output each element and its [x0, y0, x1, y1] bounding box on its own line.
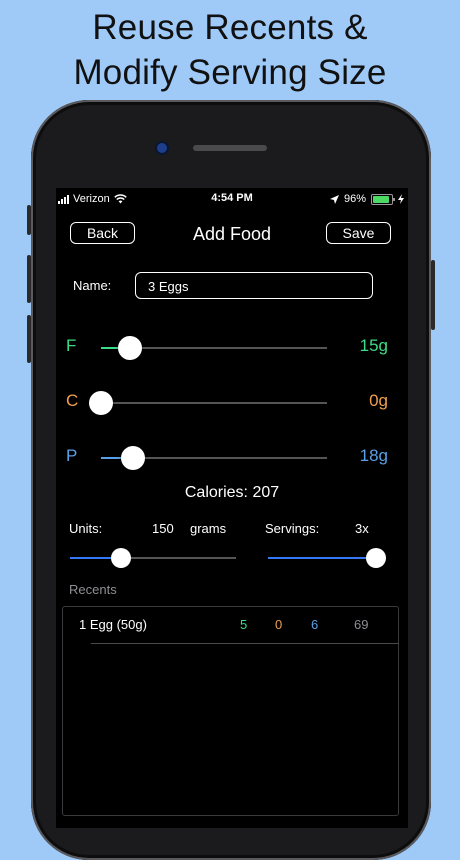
macro-value-c: 0g — [369, 391, 388, 410]
macro-value-p: 18g — [359, 446, 388, 465]
macro-slider-thumb[interactable] — [89, 391, 113, 415]
recent-item-name[interactable]: 1 Egg (50g) — [79, 617, 147, 632]
speaker-grille — [193, 145, 267, 151]
status-right: 96% — [329, 192, 404, 206]
recent-item-fat: 5 — [240, 617, 248, 632]
recents-label: Recents — [69, 582, 117, 597]
recent-item-protein: 6 — [311, 617, 319, 632]
name-label: Name: — [73, 278, 112, 293]
phone-screen: Verizon 4:54 PM 96% Back Add Food Save N… — [56, 188, 408, 828]
battery-icon — [371, 193, 395, 205]
headline-line-2: Modify Serving Size — [73, 53, 387, 92]
recent-item-calories: 69 — [354, 617, 369, 632]
macro-slider-thumb[interactable] — [120, 446, 145, 470]
headline-line-1: Reuse Recents & — [92, 8, 368, 47]
servings-slider-thumb[interactable] — [366, 548, 386, 568]
units-slider-thumb[interactable] — [111, 548, 132, 568]
camera-icon — [157, 143, 167, 153]
macro-letter-p: P — [66, 446, 78, 465]
battery-percent: 96% — [343, 193, 366, 205]
macro-slider-thumb[interactable] — [118, 336, 143, 360]
phone-power-button — [431, 260, 435, 330]
servings-slider[interactable] — [268, 548, 386, 568]
servings-value: 3x — [355, 521, 369, 536]
macro-letter-c: C — [66, 391, 79, 410]
units-slider[interactable] — [70, 548, 236, 568]
units-unit: grams — [190, 521, 227, 536]
macro-value-f: 15g — [359, 336, 388, 355]
macro-slider-c[interactable] — [89, 391, 327, 415]
row-divider — [91, 643, 399, 644]
save-button[interactable]: Save — [326, 222, 391, 244]
phone-volume-down — [27, 315, 31, 363]
units-value: 150 — [152, 521, 174, 536]
servings-label: Servings: — [265, 521, 320, 536]
macro-slider-f[interactable] — [101, 336, 327, 360]
charging-bolt-icon — [398, 194, 404, 204]
recents-list — [62, 606, 399, 816]
recent-item-carbs: 0 — [275, 617, 283, 632]
macro-letter-f: F — [66, 336, 77, 355]
phone-volume-up — [27, 255, 31, 303]
calories-label: Calories: 207 — [184, 484, 280, 501]
macro-slider-p[interactable] — [101, 446, 327, 470]
phone-side-button — [27, 205, 31, 235]
units-label: Units: — [69, 521, 103, 536]
location-arrow-icon — [329, 194, 339, 204]
servings-slider-fill — [268, 557, 376, 559]
name-input[interactable]: 3 Eggs — [135, 272, 373, 299]
